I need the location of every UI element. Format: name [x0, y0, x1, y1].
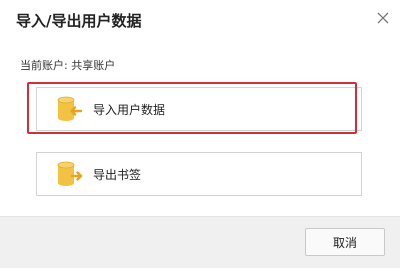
close-button[interactable]	[373, 8, 393, 28]
import-user-data-option[interactable]: 导入用户数据	[36, 87, 362, 131]
close-icon	[377, 12, 389, 24]
export-bookmarks-label: 导出书签	[93, 167, 142, 182]
export-bookmarks-option[interactable]: 导出书签	[36, 152, 362, 196]
import-user-data-label: 导入用户数据	[93, 102, 166, 117]
dialog-title: 导入/导出用户数据	[16, 12, 142, 30]
database-import-icon	[55, 94, 83, 124]
cancel-button[interactable]: 取消	[305, 228, 385, 256]
current-account-label: 当前账户: 共享账户	[20, 59, 116, 72]
import-export-dialog: 导入/导出用户数据 当前账户: 共享账户 导入用户数据 导出书签 取消	[0, 0, 400, 268]
database-export-icon	[55, 159, 83, 189]
